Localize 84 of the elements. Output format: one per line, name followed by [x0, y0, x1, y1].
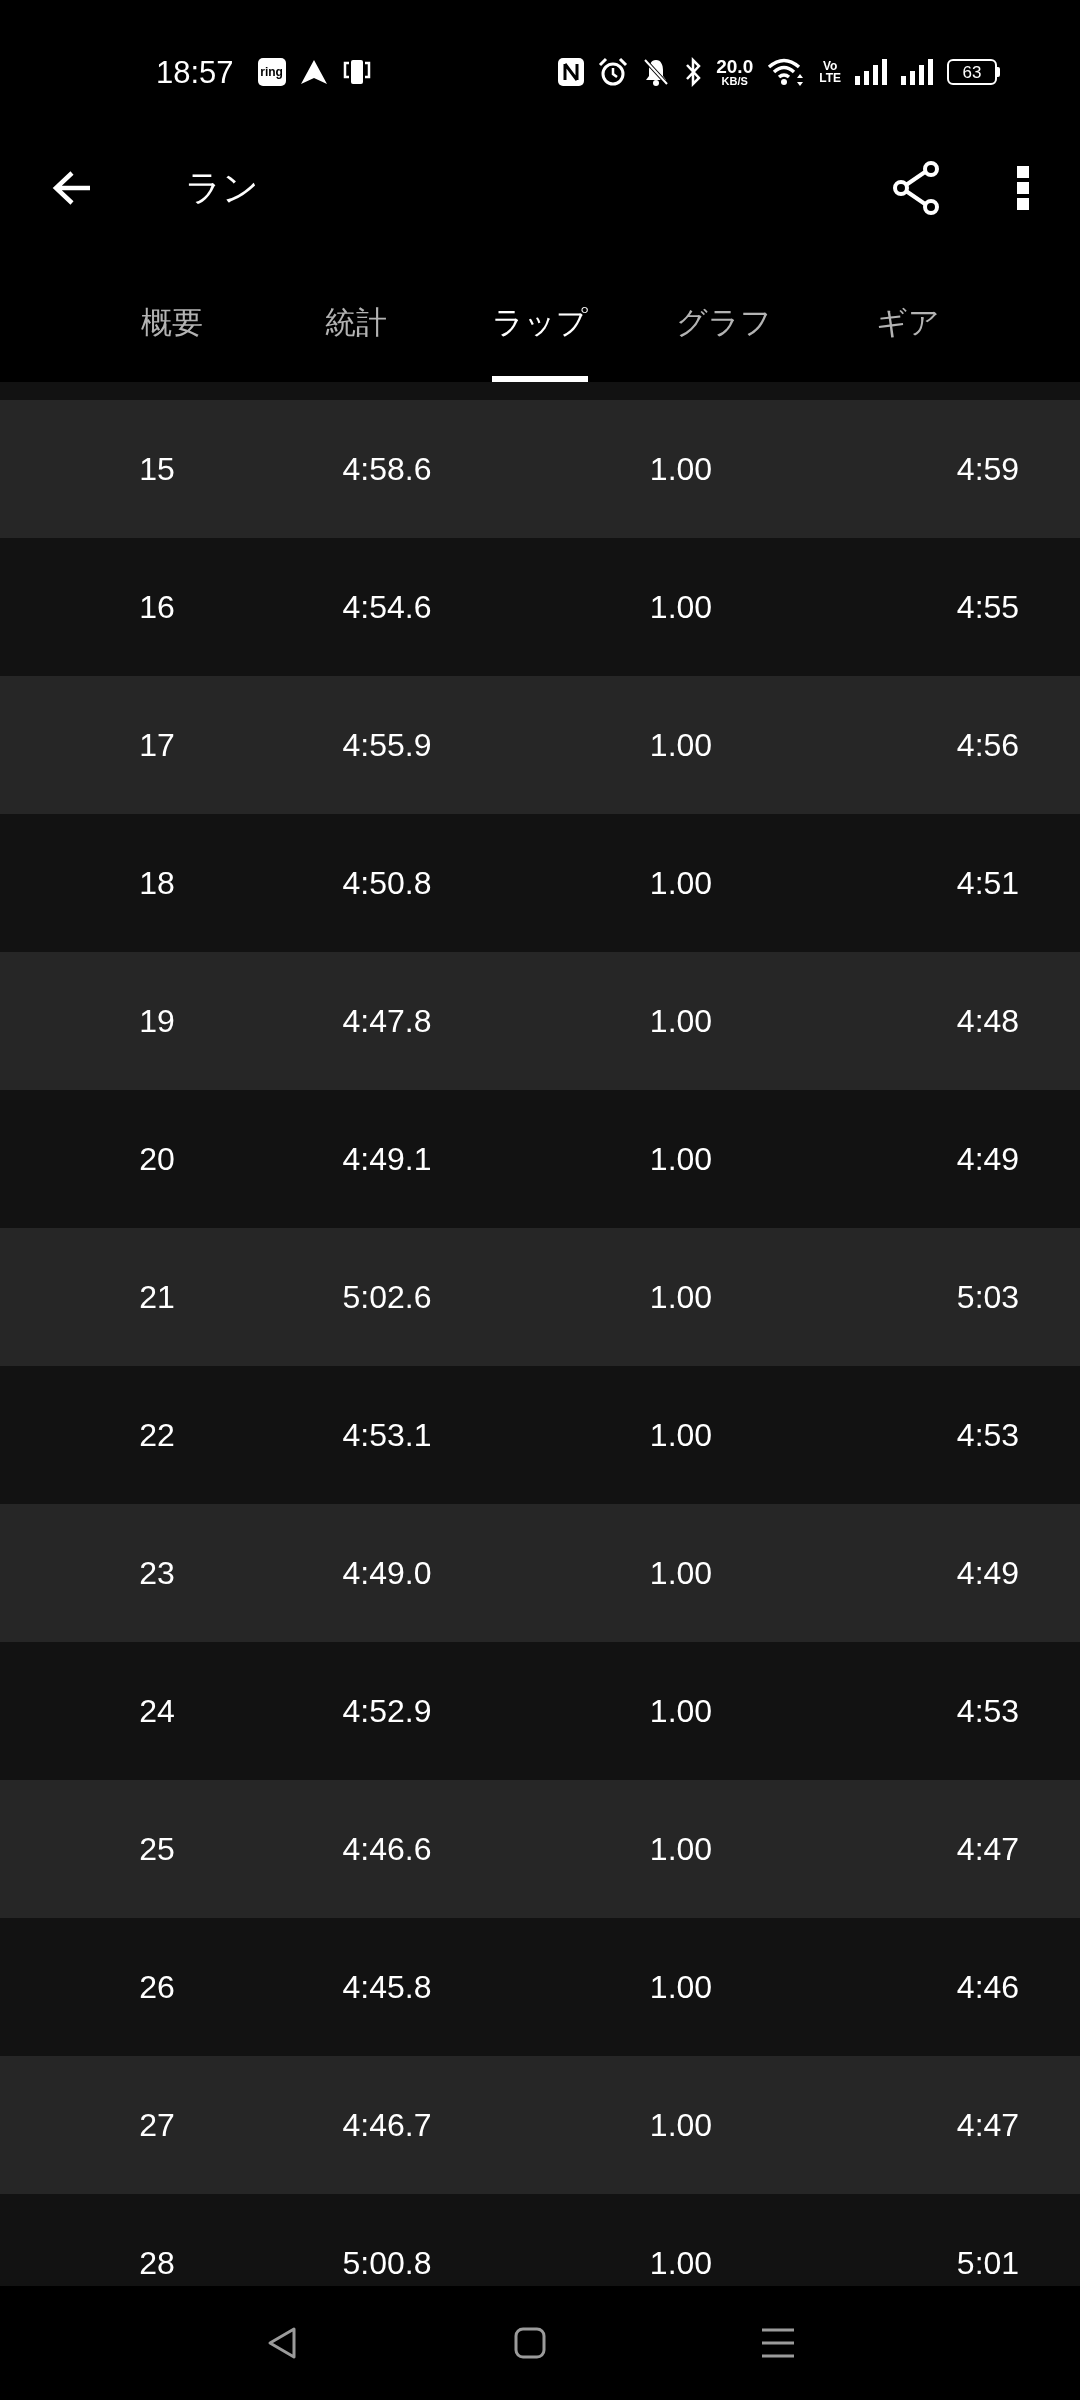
lap-pace: 4:59: [955, 451, 1021, 487]
back-arrow-icon: [52, 170, 92, 206]
lap-pace: 4:55: [955, 589, 1021, 625]
back-triangle-icon: [267, 2326, 297, 2360]
lap-number: 27: [138, 2107, 176, 2143]
lap-distance: 1.00: [648, 2107, 714, 2143]
lap-pace: 4:47: [955, 2107, 1021, 2143]
lap-pace: 5:03: [955, 1279, 1021, 1315]
lap-pace: 4:51: [955, 865, 1021, 901]
lap-number: 25: [138, 1831, 176, 1867]
lap-pace: 5:01: [955, 2245, 1021, 2281]
lap-pace: 4:49: [955, 1141, 1021, 1177]
share-icon: [892, 161, 940, 215]
alarm-clock-icon: [598, 57, 629, 87]
network-type-label: Vo: [822, 60, 838, 72]
network-speed-unit: KB/S: [721, 76, 748, 87]
home-square-icon: [514, 2327, 546, 2359]
lap-pace: 4:53: [955, 1417, 1021, 1453]
lap-distance: 1.00: [648, 1279, 714, 1315]
lap-time: 4:47.8: [341, 1003, 433, 1039]
lap-number: 26: [138, 1969, 176, 2005]
device-icon: [341, 58, 372, 86]
tab[interactable]: ギア: [816, 232, 1000, 382]
screen-title: ラン: [185, 166, 260, 210]
lap-pace: 4:47: [955, 1831, 1021, 1867]
lap-time: 5:00.8: [341, 2245, 433, 2281]
tab[interactable]: 統計: [264, 232, 448, 382]
lap-time: 4:45.8: [341, 1969, 433, 2005]
lap-time: 4:49.0: [341, 1555, 433, 1591]
lap-time: 4:49.1: [341, 1141, 433, 1177]
lap-distance: 1.00: [648, 1417, 714, 1453]
lap-pace: 4:49: [955, 1555, 1021, 1591]
lap-number: 18: [138, 865, 176, 901]
lap-time: 4:54.6: [341, 589, 433, 625]
lap-number: 17: [138, 727, 176, 763]
lap-distance: 1.00: [648, 1693, 714, 1729]
lap-distance: 1.00: [648, 1969, 714, 2005]
lap-distance: 1.00: [648, 2245, 714, 2281]
triangle-icon: [299, 59, 328, 85]
tab[interactable]: グラフ: [632, 232, 816, 382]
lap-time: 4:53.1: [341, 1417, 433, 1453]
app-notification-badge: ring: [257, 58, 286, 86]
tab[interactable]: ラップ: [448, 232, 632, 382]
menu-icon: [762, 2327, 794, 2359]
lap-number: 28: [138, 2245, 176, 2281]
lap-time: 4:55.9: [341, 727, 433, 763]
lap-distance: 1.00: [648, 589, 714, 625]
more-vertical-icon: [1017, 166, 1029, 210]
lap-number: 24: [138, 1693, 176, 1729]
lap-number: 22: [138, 1417, 176, 1453]
signal-strength-icon: [901, 59, 933, 85]
lap-pace: 4:56: [955, 727, 1021, 763]
battery-indicator: 63: [947, 59, 1000, 85]
clock-time: 18:57: [156, 56, 234, 88]
lap-distance: 1.00: [648, 1003, 714, 1039]
lap-distance: 1.00: [648, 865, 714, 901]
lap-time: 4:46.6: [341, 1831, 433, 1867]
bluetooth-icon: [684, 57, 703, 87]
signal-strength-icon: [855, 59, 887, 85]
bell-muted-icon: [642, 57, 671, 87]
nfc-icon: [558, 58, 585, 86]
lap-distance: 1.00: [648, 1555, 714, 1591]
network-type-label: LTE: [819, 72, 841, 84]
lap-time: 4:58.6: [341, 451, 433, 487]
lap-distance: 1.00: [648, 1831, 714, 1867]
network-speed-value: 20.0: [716, 57, 754, 76]
lap-time: 4:46.7: [341, 2107, 433, 2143]
lap-distance: 1.00: [648, 451, 714, 487]
lap-time: 4:50.8: [341, 865, 433, 901]
wifi-icon: [767, 57, 806, 87]
lap-time: 5:02.6: [341, 1279, 433, 1315]
lap-pace: 4:53: [955, 1693, 1021, 1729]
lap-number: 15: [138, 451, 176, 487]
lap-number: 23: [138, 1555, 176, 1591]
lap-distance: 1.00: [648, 727, 714, 763]
lap-time: 4:52.9: [341, 1693, 433, 1729]
lap-number: 19: [138, 1003, 176, 1039]
lap-number: 16: [138, 589, 176, 625]
lap-number: 20: [138, 1141, 176, 1177]
lap-pace: 4:48: [955, 1003, 1021, 1039]
lap-number: 21: [138, 1279, 176, 1315]
lap-distance: 1.00: [648, 1141, 714, 1177]
tab[interactable]: 概要: [80, 232, 264, 382]
lap-pace: 4:46: [955, 1969, 1021, 2005]
